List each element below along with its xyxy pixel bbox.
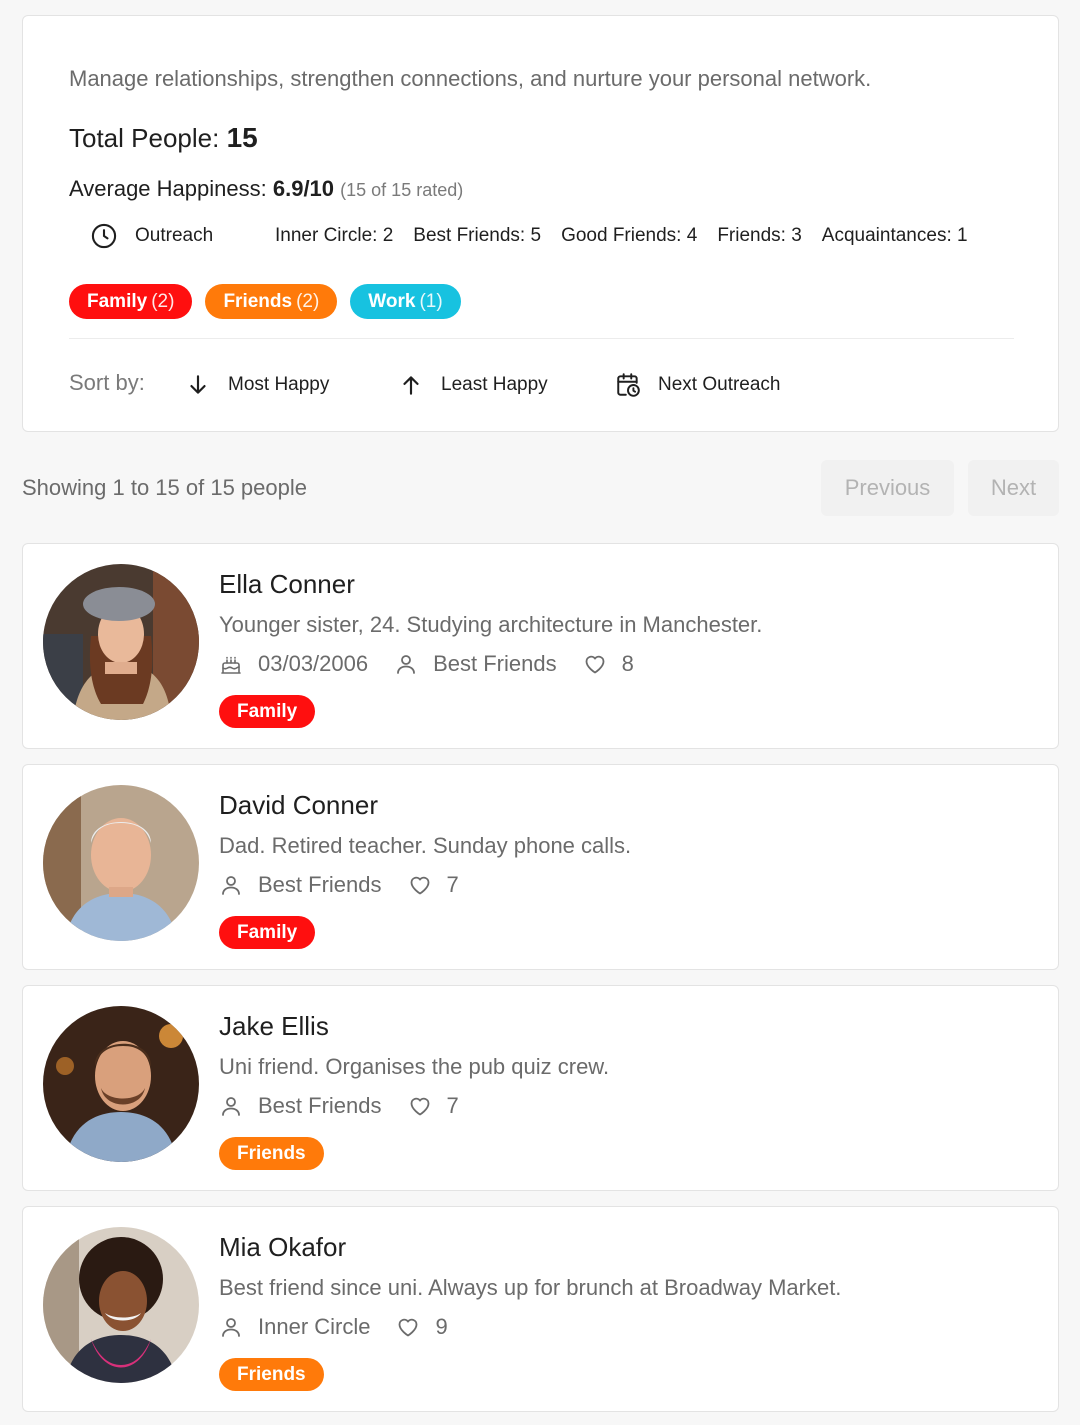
person-tier: Best Friends <box>433 651 557 676</box>
average-happiness-rated: (15 of 15 rated) <box>340 180 464 200</box>
person-description: Best friend since uni. Always up for bru… <box>219 1275 842 1300</box>
heart-icon <box>410 1097 429 1116</box>
total-people: Total People: 15 <box>69 122 258 154</box>
sort-most-happy-label: Most Happy <box>228 374 330 395</box>
tag-filter-work[interactable]: Work (1) <box>350 284 461 319</box>
person-description: Younger sister, 24. Studying architectur… <box>219 612 763 637</box>
person-birthday: 03/03/2006 <box>258 651 369 676</box>
tag-filter-name: Friends <box>223 291 293 312</box>
tier-count-acquaintances: Acquaintances: 1 <box>821 225 968 246</box>
total-people-value: 15 <box>226 122 258 153</box>
tag-filters: Family (2) Friends (2) Work (1) <box>69 284 461 319</box>
person-tag[interactable]: Friends <box>219 1137 324 1170</box>
heart-icon <box>410 876 429 895</box>
tier-count-inner-circle: Inner Circle: 2 <box>275 225 394 246</box>
person-tag[interactable]: Friends <box>219 1358 324 1391</box>
person-meta: Best Friends 7 <box>219 868 485 902</box>
sort-next-outreach-label: Next Outreach <box>658 374 781 395</box>
average-happiness-label: Average Happiness: <box>69 176 267 201</box>
person-happiness: 7 <box>446 1093 459 1118</box>
sort-least-happy-label: Least Happy <box>441 374 548 395</box>
person-tier: Best Friends <box>258 1093 382 1118</box>
person-meta: Inner Circle 9 <box>219 1310 474 1344</box>
clock-icon <box>91 223 117 249</box>
person-tag[interactable]: Family <box>219 916 316 949</box>
user-icon <box>222 1318 240 1337</box>
average-happiness: Average Happiness: 6.9/10 (15 of 15 rate… <box>69 176 463 202</box>
average-happiness-value: 6.9/10 <box>272 176 335 201</box>
page-subtitle: Manage relationships, strengthen connect… <box>69 66 872 91</box>
outreach-row: Outreach Inner Circle: 2 Best Friends: 5… <box>69 221 1029 255</box>
arrow-down-icon <box>190 375 206 394</box>
summary-panel: Manage relationships, strengthen connect… <box>22 15 1059 432</box>
tier-counts: Inner Circle: 2 Best Friends: 5 Good Fri… <box>275 225 968 247</box>
person-description: Uni friend. Organises the pub quiz crew. <box>219 1054 610 1079</box>
outreach-button[interactable]: Outreach <box>135 225 213 247</box>
person-happiness: 8 <box>621 651 634 676</box>
tag-filter-friends[interactable]: Friends (2) <box>205 284 338 319</box>
person-name[interactable]: Ella Conner <box>219 569 355 600</box>
person-meta: 03/03/2006 Best Friends 8 <box>219 647 660 681</box>
sort-most-happy-button[interactable]: Most Happy <box>185 368 329 402</box>
person-card[interactable]: Ella Conner Younger sister, 24. Studying… <box>22 543 1059 749</box>
previous-button[interactable]: Previous <box>821 460 954 516</box>
person-tag[interactable]: Family <box>219 695 316 728</box>
person-card[interactable]: Jake Ellis Uni friend. Organises the pub… <box>22 985 1059 1191</box>
tier-count-best-friends: Best Friends: 5 <box>413 225 542 246</box>
heart-icon <box>399 1318 418 1337</box>
tag-filter-name: Family <box>87 291 148 312</box>
person-name[interactable]: Jake Ellis <box>219 1011 329 1042</box>
person-card[interactable]: David Conner Dad. Retired teacher. Sunda… <box>22 764 1059 970</box>
avatar <box>43 1006 199 1162</box>
user-icon <box>222 1097 240 1116</box>
tier-count-friends: Friends: 3 <box>717 225 802 246</box>
user-icon <box>397 655 416 674</box>
heart-icon <box>585 655 605 674</box>
tier-count-good-friends: Good Friends: 4 <box>561 225 698 246</box>
person-tier: Inner Circle <box>258 1314 371 1339</box>
avatar <box>43 1227 199 1383</box>
person-card[interactable]: Mia Okafor Best friend since uni. Always… <box>22 1206 1059 1412</box>
sort-next-outreach-button[interactable]: Next Outreach <box>615 368 781 402</box>
tag-filter-count: (1) <box>419 291 443 312</box>
sort-least-happy-button[interactable]: Least Happy <box>398 368 548 402</box>
user-icon <box>222 876 240 895</box>
person-name[interactable]: David Conner <box>219 790 378 821</box>
showing-count: Showing 1 to 15 of 15 people <box>22 475 308 500</box>
sort-label: Sort by: <box>69 370 145 395</box>
avatar <box>43 564 199 720</box>
avatar <box>43 785 199 941</box>
tag-filter-count: (2) <box>151 291 175 312</box>
tag-filter-count: (2) <box>296 291 320 312</box>
person-meta: Best Friends 7 <box>219 1089 485 1123</box>
person-name[interactable]: Mia Okafor <box>219 1232 346 1263</box>
arrow-up-icon <box>403 376 419 395</box>
person-happiness: 9 <box>435 1314 448 1339</box>
person-description: Dad. Retired teacher. Sunday phone calls… <box>219 833 632 858</box>
total-people-label: Total People: <box>69 123 220 153</box>
tag-filter-family[interactable]: Family (2) <box>69 284 193 319</box>
sort-bar: Sort by: Most Happy Least Happy Next Out… <box>69 368 1029 402</box>
calendar-clock-icon <box>617 373 640 397</box>
person-tier: Best Friends <box>258 872 382 897</box>
divider <box>69 338 1014 339</box>
person-happiness: 7 <box>446 872 459 897</box>
next-button[interactable]: Next <box>968 460 1059 516</box>
birthday-cake-icon <box>221 656 241 674</box>
tag-filter-name: Work <box>368 291 416 312</box>
